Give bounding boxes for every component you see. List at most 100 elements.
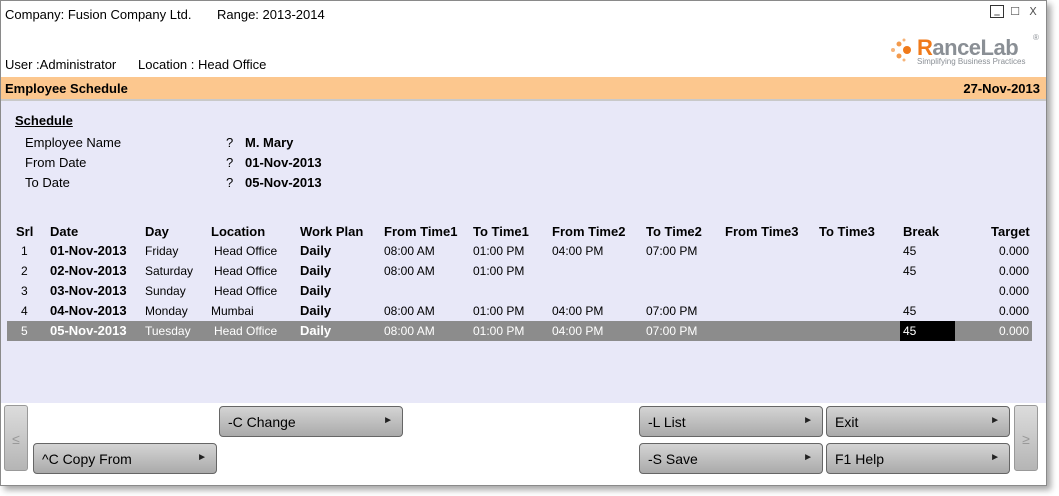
- change-button-label: -C Change: [228, 414, 296, 430]
- minimize-button[interactable]: _: [990, 4, 1004, 18]
- cell-date: 01-Nov-2013: [50, 243, 127, 258]
- cell-location: Head Office: [214, 244, 278, 258]
- main-panel: Schedule Employee Name ? M. Mary From Da…: [1, 101, 1046, 403]
- copy-from-button-label: ^C Copy From: [42, 451, 132, 467]
- cell-location: Head Office: [214, 264, 278, 278]
- from-date-lookup[interactable]: ?: [226, 155, 233, 170]
- cell-date: 05-Nov-2013: [50, 323, 127, 338]
- cell-srl: 5: [21, 324, 28, 338]
- employee-name-label: Employee Name: [25, 135, 122, 150]
- col-header-from-time1: From Time1: [384, 224, 458, 239]
- cell-date: 03-Nov-2013: [50, 283, 127, 298]
- cell-to-time2: 07:00 PM: [646, 244, 698, 258]
- col-header-work-plan: Work Plan: [300, 224, 364, 239]
- save-button-label: -S Save: [648, 451, 698, 467]
- cell-from-time2: 04:00 PM: [552, 244, 604, 258]
- cell-work-plan: Daily: [300, 263, 332, 278]
- cell-day: Sunday: [145, 284, 186, 298]
- exit-button[interactable]: Exit ►: [826, 406, 1010, 437]
- cell-day: Monday: [145, 304, 188, 318]
- help-button-label: F1 Help: [835, 451, 885, 467]
- col-header-srl: Srl: [16, 224, 34, 239]
- cell-day: Friday: [145, 244, 179, 258]
- cell-day: Saturday: [145, 264, 194, 278]
- to-date-field[interactable]: 05-Nov-2013: [245, 175, 322, 190]
- cell-work-plan: Daily: [300, 303, 332, 318]
- table-row[interactable]: 4 04-Nov-2013 Monday Mumbai Daily 08:00 …: [7, 301, 1032, 321]
- cell-srl: 2: [21, 264, 28, 278]
- to-date-label: To Date: [25, 175, 70, 190]
- schedule-section-title: Schedule: [15, 113, 73, 128]
- list-button[interactable]: -L List ►: [639, 406, 823, 437]
- from-date-field[interactable]: 01-Nov-2013: [245, 155, 322, 170]
- cell-location: Head Office: [214, 324, 278, 338]
- cell-location: Mumbai: [211, 304, 254, 318]
- cell-target: 0.000: [998, 284, 1029, 298]
- col-header-target: Target: [991, 224, 1030, 239]
- col-header-break: Break: [903, 224, 940, 239]
- rancelab-logo: RanceLab ® Simplifying Business Practice…: [889, 33, 1039, 69]
- table-row[interactable]: 2 02-Nov-2013 Saturday Head Office Daily…: [7, 261, 1032, 281]
- col-header-from-time2: From Time2: [552, 224, 626, 239]
- cell-break: 45: [903, 304, 917, 318]
- arrow-right-icon: ►: [990, 415, 1000, 426]
- copy-from-button[interactable]: ^C Copy From ►: [33, 443, 217, 474]
- cell-break-editing[interactable]: 45: [900, 321, 955, 341]
- scroll-right-button[interactable]: ≥: [1014, 405, 1038, 471]
- cell-from-time1: 08:00 AM: [384, 324, 435, 338]
- close-button[interactable]: X: [1026, 5, 1040, 18]
- save-button[interactable]: -S Save ►: [639, 443, 823, 474]
- location-label: Location : Head Office: [138, 57, 267, 72]
- screen-title-bar: Employee Schedule 27-Nov-2013: [1, 77, 1046, 101]
- arrow-right-icon: ►: [383, 415, 393, 426]
- cell-target: 0.000: [998, 244, 1029, 258]
- exit-button-label: Exit: [835, 414, 859, 430]
- logo-registered-mark: ®: [1033, 33, 1039, 42]
- logo-dots-icon: [891, 38, 911, 62]
- screen-title: Employee Schedule: [5, 81, 128, 96]
- cell-target: 0.000: [998, 324, 1029, 338]
- col-header-day: Day: [145, 224, 169, 239]
- cell-from-time1: 08:00 AM: [384, 244, 435, 258]
- cell-date: 04-Nov-2013: [50, 303, 127, 318]
- table-row[interactable]: 1 01-Nov-2013 Friday Head Office Daily 0…: [7, 241, 1032, 261]
- cell-date: 02-Nov-2013: [50, 263, 127, 278]
- change-button[interactable]: -C Change ►: [219, 406, 403, 437]
- arrow-right-icon: ►: [803, 452, 813, 463]
- col-header-to-time3: To Time3: [819, 224, 875, 239]
- cell-to-time2: 07:00 PM: [646, 324, 698, 338]
- cell-break: 45: [903, 264, 917, 278]
- cell-break: 45: [903, 244, 917, 258]
- table-row[interactable]: 3 03-Nov-2013 Sunday Head Office Daily 0…: [7, 281, 1032, 301]
- cell-work-plan: Daily: [300, 283, 332, 298]
- cell-target: 0.000: [998, 304, 1029, 318]
- cell-srl: 3: [21, 284, 28, 298]
- maximize-button[interactable]: ☐: [1008, 5, 1022, 18]
- cell-from-time2: 04:00 PM: [552, 304, 604, 318]
- cell-from-time1: 08:00 AM: [384, 264, 435, 278]
- cell-target: 0.000: [998, 264, 1029, 278]
- user-label: User :Administrator: [5, 57, 117, 72]
- scroll-left-button[interactable]: ≤: [4, 405, 28, 471]
- from-date-label: From Date: [25, 155, 87, 170]
- col-header-to-time2: To Time2: [646, 224, 702, 239]
- col-header-date: Date: [50, 224, 79, 239]
- cell-from-time1: 08:00 AM: [384, 304, 435, 318]
- cell-from-time2: 04:00 PM: [552, 324, 604, 338]
- cell-day: Tuesday: [145, 324, 191, 338]
- employee-name-lookup[interactable]: ?: [226, 135, 233, 150]
- arrow-right-icon: ►: [803, 415, 813, 426]
- employee-name-field[interactable]: M. Mary: [245, 135, 293, 150]
- cell-srl: 1: [21, 244, 28, 258]
- table-row-selected[interactable]: 5 05-Nov-2013 Tuesday Head Office Daily …: [7, 321, 1032, 341]
- info-header: Company: Fusion Company Ltd. Range: 2013…: [1, 1, 1046, 77]
- cell-to-time1: 01:00 PM: [473, 264, 525, 278]
- col-header-from-time3: From Time3: [725, 224, 799, 239]
- action-bar: ≤ -C Change ► ^C Copy From ► -L List ► -…: [1, 403, 1046, 485]
- col-header-to-time1: To Time1: [473, 224, 529, 239]
- company-label: Company: Fusion Company Ltd.: [5, 7, 192, 22]
- help-button[interactable]: F1 Help ►: [826, 443, 1010, 474]
- cell-srl: 4: [21, 304, 28, 318]
- to-date-lookup[interactable]: ?: [226, 175, 233, 190]
- cell-work-plan: Daily: [300, 243, 332, 258]
